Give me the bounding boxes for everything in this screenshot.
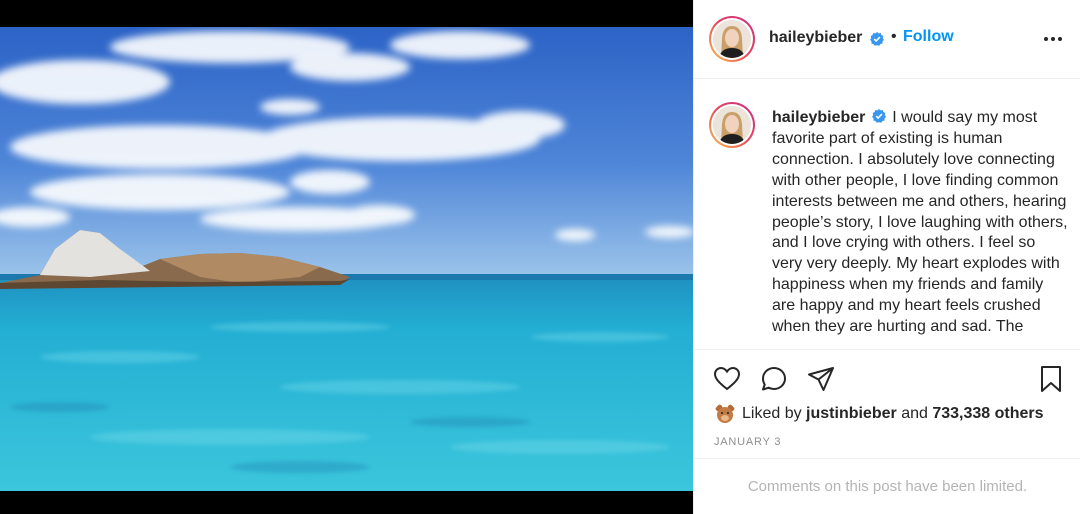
comment-icon[interactable] bbox=[759, 364, 789, 394]
caption-avatar[interactable] bbox=[709, 102, 755, 148]
caption-username[interactable]: haileybieber bbox=[772, 109, 865, 126]
likes-count[interactable]: 733,338 others bbox=[932, 405, 1043, 423]
caption-body: I would say my most favorite part of exi… bbox=[772, 109, 1068, 336]
heart-icon[interactable] bbox=[712, 364, 742, 394]
post-media bbox=[0, 0, 693, 514]
ocean-island-photo bbox=[0, 27, 693, 491]
action-bar bbox=[694, 360, 1080, 400]
bookmark-icon[interactable] bbox=[1036, 364, 1066, 394]
post-header: haileybieber • Follow bbox=[694, 0, 1080, 79]
verified-badge-icon bbox=[871, 109, 886, 123]
liker-avatar[interactable] bbox=[714, 403, 736, 425]
post-photo[interactable] bbox=[0, 27, 693, 491]
avatar[interactable] bbox=[709, 16, 755, 62]
follow-button[interactable]: Follow bbox=[903, 28, 954, 46]
post-date[interactable]: JANUARY 3 bbox=[714, 436, 781, 448]
header-username[interactable]: haileybieber bbox=[769, 29, 862, 47]
paper-plane-icon[interactable] bbox=[806, 364, 836, 394]
comments-limited-notice: Comments on this post have been limited. bbox=[694, 458, 1080, 514]
verified-badge-icon bbox=[870, 32, 884, 46]
caption-text: haileybieber I would say my most favorit… bbox=[772, 108, 1068, 338]
likes-summary: Liked by justinbieber and 733,338 others bbox=[714, 402, 1044, 426]
caption-scroll-area[interactable]: haileybieber I would say my most favorit… bbox=[694, 80, 1080, 350]
liked-by-username[interactable]: justinbieber bbox=[806, 405, 897, 423]
liked-by-label: Liked by bbox=[742, 405, 802, 422]
post-sidebar: haileybieber • Follow haileybieber I wou… bbox=[693, 0, 1080, 514]
liked-by-and: and bbox=[901, 405, 928, 422]
separator-dot: • bbox=[891, 28, 897, 45]
more-options-icon[interactable] bbox=[1044, 37, 1064, 43]
